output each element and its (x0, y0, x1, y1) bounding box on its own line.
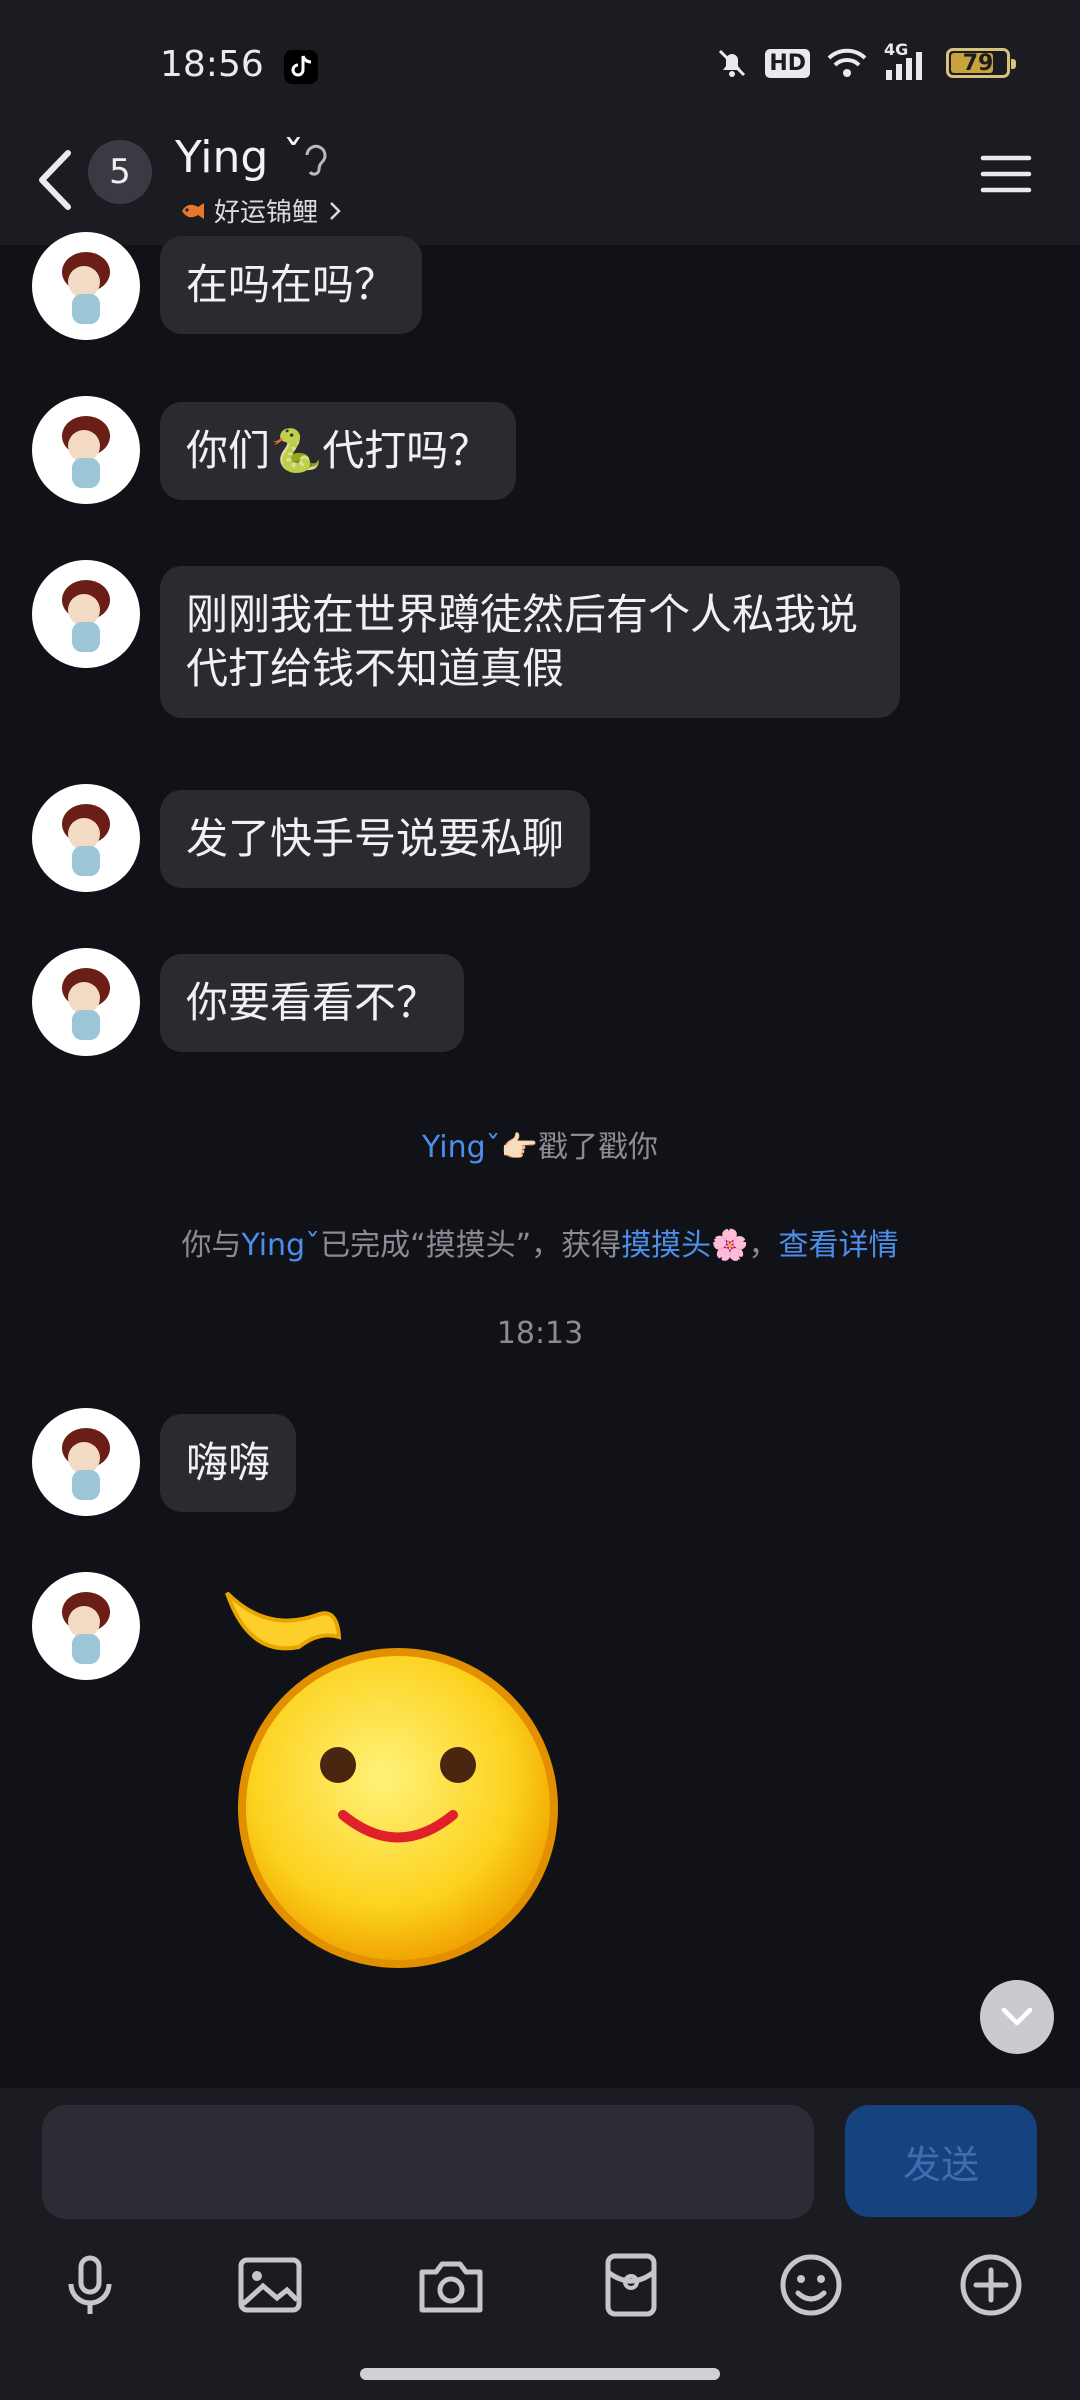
microphone-icon[interactable] (55, 2250, 125, 2320)
message-bubble[interactable]: 刚刚我在世界蹲徒然后有个人私我说代打给钱不知道真假 (160, 566, 900, 718)
message-input[interactable] (42, 2105, 814, 2219)
chevron-right-icon (330, 201, 341, 220)
send-button[interactable]: 发送 (845, 2105, 1037, 2217)
hearing-ear-icon[interactable] (300, 140, 330, 180)
avatar[interactable] (32, 1572, 140, 1680)
avatar-image (62, 416, 110, 488)
message-timestamp: 18:13 (496, 1316, 584, 1351)
chat-header (0, 135, 1080, 245)
composer-toolbar (0, 2250, 1080, 2320)
back-chevron-icon[interactable] (30, 145, 80, 215)
reward-link[interactable]: 摸摸头 (621, 1228, 711, 1263)
mute-bell-icon (719, 49, 746, 77)
chevron-down-icon (1001, 2007, 1033, 2026)
poke-notice: Yingˇ👉🏻戳了戳你 (0, 1122, 1080, 1166)
poke-text: 👉🏻戳了戳你 (500, 1130, 658, 1165)
avatar[interactable] (32, 1408, 140, 1516)
status-time: 18:56 (160, 44, 264, 85)
message-bubble[interactable]: 在吗在吗？ (160, 236, 423, 334)
message-bubble[interactable]: 你要看看不？ (160, 954, 465, 1052)
scroll-to-bottom-button[interactable] (980, 1980, 1054, 2054)
wifi-icon (827, 48, 867, 77)
unread-count-badge[interactable]: 5 (88, 140, 152, 204)
contact-subtitle[interactable]: 好运锦鲤 (178, 192, 344, 229)
camera-icon[interactable] (416, 2250, 486, 2320)
status-bar: 18:56 HD 4G 79 (0, 0, 1080, 135)
avatar[interactable] (32, 560, 140, 668)
avatar[interactable] (32, 784, 140, 892)
poke-name-link[interactable]: Yingˇ (422, 1130, 501, 1165)
avatar[interactable] (32, 396, 140, 504)
avatar[interactable] (32, 948, 140, 1056)
signal-icon: 4G (884, 40, 930, 80)
message-bubble[interactable]: 你们🐍代打吗？ (160, 402, 517, 500)
avatar-image (62, 1592, 110, 1664)
message-bubble[interactable]: 发了快手号说要私聊 (160, 790, 591, 888)
subtitle-text: 好运锦鲤 (214, 198, 319, 228)
image-icon[interactable] (235, 2250, 305, 2320)
avatar-image (62, 252, 110, 324)
hd-icon: HD (765, 48, 810, 78)
task-notice: 你与Yingˇ已完成“摸摸头”，获得摸摸头🌸，查看详情 (181, 1228, 899, 1263)
emoji-icon[interactable] (776, 2250, 846, 2320)
reward-flower-icon: 🌸 (711, 1228, 749, 1263)
koi-fish-icon (182, 202, 204, 219)
avatar-image (62, 1428, 110, 1500)
avatar-image (62, 580, 110, 652)
tiktok-icon (284, 50, 318, 84)
pat-head-smiley-sticker[interactable] (225, 1575, 565, 1975)
avatar-image (62, 968, 110, 1040)
contact-name[interactable]: Ying ˇ (175, 132, 304, 183)
message-bubble[interactable]: 嗨嗨 (160, 1414, 297, 1512)
view-details-link[interactable]: 查看详情 (779, 1228, 899, 1263)
avatar[interactable] (32, 232, 140, 340)
red-packet-icon[interactable] (596, 2250, 666, 2320)
battery-icon: 79 (946, 48, 1016, 78)
avatar-image (62, 804, 110, 876)
home-indicator[interactable] (360, 2368, 720, 2380)
task-name-link[interactable]: Yingˇ (241, 1228, 320, 1263)
plus-icon[interactable] (956, 2250, 1026, 2320)
menu-hamburger-icon[interactable] (980, 152, 1032, 196)
